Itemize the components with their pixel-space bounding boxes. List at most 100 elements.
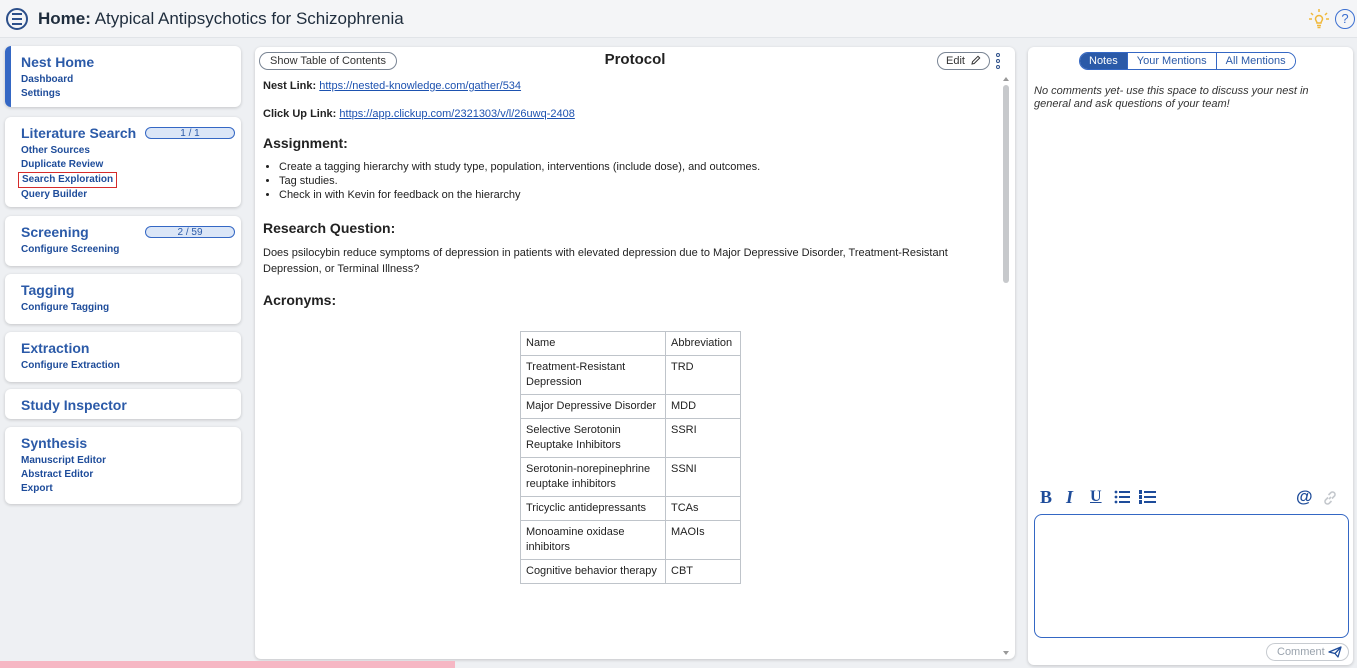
edit-button[interactable]: Edit: [937, 52, 991, 70]
table-row: Treatment-Resistant Depression TRD: [520, 355, 741, 395]
table-cell: Treatment-Resistant Depression: [520, 355, 666, 395]
protocol-document: Nest Link: https://nested-knowledge.com/…: [263, 79, 998, 657]
table-header-row: Name Abbreviation: [520, 331, 741, 356]
acronyms-heading: Acronyms:: [263, 292, 337, 308]
table-cell: Serotonin-norepinephrine reuptake inhibi…: [520, 457, 666, 497]
sidebar-nest-home: Nest Home Dashboard Settings: [5, 46, 241, 107]
sidebar-screening: Screening 2 / 59 Configure Screening: [5, 216, 241, 266]
underline-icon[interactable]: U: [1090, 488, 1102, 506]
sidebar-link-abstract-editor[interactable]: Abstract Editor: [21, 468, 93, 482]
table-row: Major Depressive Disorder MDD: [520, 394, 741, 419]
sidebar-link-manuscript-editor[interactable]: Manuscript Editor: [21, 454, 106, 468]
sidebar-literature-search: Literature Search 1 / 1 Other Sources Dup…: [5, 117, 241, 207]
formatting-toolbar: B I U @: [1038, 487, 1348, 511]
mention-icon[interactable]: @: [1296, 487, 1313, 507]
scrollbar-thumb[interactable]: [1003, 85, 1009, 283]
sidebar-link-configure-extraction[interactable]: Configure Extraction: [21, 359, 120, 373]
pencil-icon: [971, 55, 981, 65]
literature-search-progress: 1 / 1: [145, 127, 235, 139]
research-question-text: Does psilocybin reduce symptoms of depre…: [263, 247, 948, 275]
scroll-up-icon[interactable]: [1003, 77, 1009, 81]
sidebar-link-configure-tagging[interactable]: Configure Tagging: [21, 301, 109, 315]
sidebar-synthesis: Synthesis Manuscript Editor Abstract Edi…: [5, 427, 241, 504]
research-question-heading: Research Question:: [263, 220, 396, 236]
table-header-cell: Abbreviation: [665, 331, 741, 356]
sidebar-item-screening[interactable]: Screening 2 / 59: [21, 223, 241, 241]
table-cell: SSRI: [665, 418, 741, 458]
screening-progress: 2 / 59: [145, 226, 235, 238]
more-options-icon[interactable]: [996, 53, 1000, 69]
protocol-panel: Protocol Show Table of Contents Edit Nes…: [255, 47, 1015, 659]
bullet-list-icon[interactable]: [1114, 490, 1130, 504]
list-item: Tag studies.: [279, 174, 998, 188]
sidebar-item-tagging[interactable]: Tagging: [21, 281, 241, 299]
table-cell: CBT: [665, 559, 741, 584]
notes-tabs: Notes Your Mentions All Mentions: [1079, 52, 1296, 70]
edit-button-label: Edit: [946, 55, 965, 67]
comment-button[interactable]: Comment: [1266, 643, 1349, 661]
table-row: Cognitive behavior therapy CBT: [520, 559, 741, 584]
assignment-list: Create a tagging hierarchy with study ty…: [279, 160, 998, 202]
table-cell: MAOIs: [665, 520, 741, 560]
acronyms-table: Name Abbreviation Treatment-Resistant De…: [520, 331, 741, 584]
lightbulb-icon[interactable]: [1308, 8, 1330, 30]
sidebar-item-literature-search[interactable]: Literature Search 1 / 1: [21, 124, 241, 142]
table-cell: TCAs: [665, 496, 741, 521]
sidebar-study-inspector: Study Inspector: [5, 389, 241, 419]
hamburger-menu-icon[interactable]: [6, 8, 28, 30]
italic-icon[interactable]: I: [1066, 487, 1073, 508]
table-row: Tricyclic antidepressants TCAs: [520, 496, 741, 521]
sidebar-link-search-exploration[interactable]: Search Exploration: [18, 172, 118, 188]
sidebar-link-export[interactable]: Export: [21, 482, 53, 496]
tab-notes[interactable]: Notes: [1080, 53, 1128, 69]
table-row: Monoamine oxidase inhibitors MAOIs: [520, 520, 741, 560]
comment-input[interactable]: [1034, 514, 1349, 638]
scroll-down-icon[interactable]: [1003, 651, 1009, 655]
top-bar: Home: Atypical Antipsychotics for Schizo…: [0, 0, 1357, 38]
assignment-heading: Assignment:: [263, 135, 348, 151]
numbered-list-icon[interactable]: [1139, 490, 1156, 504]
sidebar-item-synthesis[interactable]: Synthesis: [21, 434, 241, 452]
status-bar: [0, 661, 455, 668]
tab-your-mentions[interactable]: Your Mentions: [1127, 53, 1217, 69]
show-toc-button[interactable]: Show Table of Contents: [259, 52, 397, 70]
list-item: Create a tagging hierarchy with study ty…: [279, 160, 998, 174]
sidebar-tagging: Tagging Configure Tagging: [5, 274, 241, 324]
sidebar-link-settings[interactable]: Settings: [21, 87, 60, 101]
page-title: Home: Atypical Antipsychotics for Schizo…: [38, 9, 404, 28]
clickup-link[interactable]: https://app.clickup.com/2321303/v/l/26uw…: [339, 108, 574, 120]
sidebar-link-query-builder[interactable]: Query Builder: [21, 188, 87, 202]
table-cell: MDD: [665, 394, 741, 419]
nest-link[interactable]: https://nested-knowledge.com/gather/534: [319, 80, 521, 92]
sidebar-item-study-inspector[interactable]: Study Inspector: [21, 396, 241, 414]
send-icon: [1328, 646, 1342, 658]
table-header-cell: Name: [520, 331, 666, 356]
nest-link-line: Nest Link: https://nested-knowledge.com/…: [263, 80, 522, 92]
sidebar-extraction: Extraction Configure Extraction: [5, 332, 241, 382]
bold-icon[interactable]: B: [1040, 487, 1052, 508]
table-cell: SSNI: [665, 457, 741, 497]
sidebar-link-duplicate-review[interactable]: Duplicate Review: [21, 158, 103, 172]
sidebar-link-configure-screening[interactable]: Configure Screening: [21, 243, 119, 257]
help-icon[interactable]: ?: [1335, 9, 1355, 29]
table-row: Serotonin-norepinephrine reuptake inhibi…: [520, 457, 741, 497]
table-row: Selective Serotonin Reuptake Inhibitors …: [520, 418, 741, 458]
sidebar-item-nest-home[interactable]: Nest Home: [21, 53, 241, 71]
tab-all-mentions[interactable]: All Mentions: [1216, 53, 1295, 69]
table-cell: Selective Serotonin Reuptake Inhibitors: [520, 418, 666, 458]
comment-button-label: Comment: [1277, 646, 1325, 658]
table-cell: Monoamine oxidase inhibitors: [520, 520, 666, 560]
sidebar-link-dashboard[interactable]: Dashboard: [21, 73, 73, 87]
list-item: Check in with Kevin for feedback on the …: [279, 188, 998, 202]
empty-notes-text: No comments yet- use this space to discu…: [1034, 85, 1309, 110]
table-cell: Major Depressive Disorder: [520, 394, 666, 419]
clickup-link-line: Click Up Link: https://app.clickup.com/2…: [263, 108, 575, 120]
table-cell: TRD: [665, 355, 741, 395]
table-cell: Cognitive behavior therapy: [520, 559, 666, 584]
link-icon[interactable]: [1321, 489, 1339, 507]
table-cell: Tricyclic antidepressants: [520, 496, 666, 521]
sidebar-link-other-sources[interactable]: Other Sources: [21, 144, 90, 158]
protocol-scrollbar[interactable]: [1002, 77, 1010, 657]
sidebar-item-extraction[interactable]: Extraction: [21, 339, 241, 357]
notes-panel: Notes Your Mentions All Mentions No comm…: [1028, 47, 1353, 665]
